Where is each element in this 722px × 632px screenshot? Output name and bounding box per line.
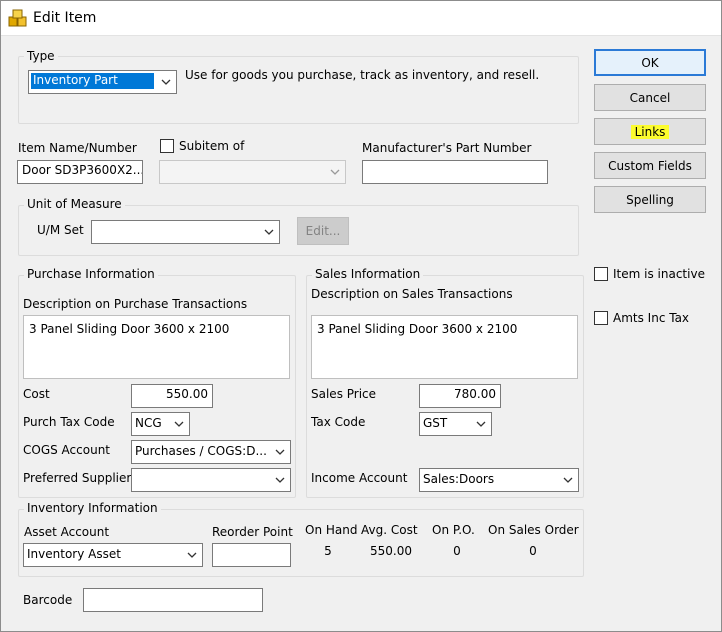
on-sales-order-label: On Sales Order — [488, 523, 579, 537]
income-account-value: Sales:Doors — [423, 472, 495, 486]
chevron-down-icon[interactable] — [270, 441, 290, 463]
item-inactive-label: Item is inactive — [613, 267, 705, 281]
subitem-label: Subitem of — [179, 139, 245, 153]
chevron-down-icon[interactable] — [558, 469, 578, 491]
sales-price-field[interactable]: 780.00 — [419, 384, 501, 408]
purch-tax-code-select[interactable]: NCG — [131, 412, 190, 436]
purchase-desc-label: Description on Purchase Transactions — [23, 297, 248, 311]
type-select[interactable]: Inventory Part — [28, 70, 177, 94]
income-account-label: Income Account — [311, 471, 408, 485]
preferred-supplier-label: Preferred Supplier — [23, 471, 132, 485]
chevron-down-icon[interactable] — [270, 469, 290, 491]
asset-account-label: Asset Account — [24, 525, 110, 539]
tax-code-label: Tax Code — [311, 415, 366, 429]
um-set-select[interactable] — [91, 220, 280, 244]
subitem-checkbox[interactable] — [160, 139, 174, 153]
purch-tax-code-label: Purch Tax Code — [23, 415, 115, 429]
links-button[interactable]: Links — [594, 118, 706, 145]
um-edit-button-label: Edit... — [305, 224, 341, 238]
purchase-description-field[interactable]: 3 Panel Sliding Door 3600 x 2100 — [23, 315, 290, 379]
custom-fields-button-label: Custom Fields — [608, 158, 692, 173]
sales-price-label: Sales Price — [311, 387, 377, 401]
purchase-info-title: Purchase Information — [24, 267, 158, 281]
chevron-down-icon[interactable] — [182, 544, 202, 566]
chevron-down-icon[interactable] — [169, 413, 189, 435]
avg-cost-value: 550.00 — [370, 544, 412, 558]
asset-account-select[interactable]: Inventory Asset — [23, 543, 203, 567]
type-group-title: Type — [24, 49, 58, 63]
on-sales-order-value: 0 — [529, 544, 537, 558]
tax-code-select[interactable]: GST — [419, 412, 492, 436]
item-name-field[interactable]: Door SD3P3600X2... — [17, 160, 143, 184]
chevron-down-icon[interactable] — [325, 161, 345, 183]
type-selected-value: Inventory Part — [31, 73, 154, 89]
subitem-select[interactable] — [159, 160, 346, 184]
chevron-down-icon[interactable] — [156, 71, 176, 93]
avg-cost-label: Avg. Cost — [361, 523, 418, 537]
spelling-button-label: Spelling — [626, 192, 674, 207]
item-name-label: Item Name/Number — [18, 141, 137, 155]
tax-code-value: GST — [423, 416, 448, 430]
mfr-part-field[interactable] — [362, 160, 548, 184]
chevron-down-icon[interactable] — [471, 413, 491, 435]
cogs-account-label: COGS Account — [23, 443, 111, 457]
amts-inc-tax-label: Amts Inc Tax — [613, 311, 690, 325]
amts-inc-tax-checkbox[interactable] — [594, 311, 608, 325]
cost-field[interactable]: 550.00 — [131, 384, 213, 408]
chevron-down-icon[interactable] — [259, 221, 279, 243]
custom-fields-button[interactable]: Custom Fields — [594, 152, 706, 179]
on-po-value: 0 — [453, 544, 461, 558]
barcode-label: Barcode — [23, 593, 73, 607]
inventory-info-title: Inventory Information — [24, 501, 161, 515]
links-button-label: Links — [630, 124, 670, 139]
sales-info-title: Sales Information — [312, 267, 424, 281]
on-hand-value: 5 — [324, 544, 332, 558]
edit-item-window: Edit Item Type Inventory Part Use for go… — [0, 0, 722, 632]
on-hand-label: On Hand — [305, 523, 358, 537]
app-icon — [8, 9, 27, 27]
spelling-button[interactable]: Spelling — [594, 186, 706, 213]
sales-description-field[interactable]: 3 Panel Sliding Door 3600 x 2100 — [311, 315, 578, 379]
cost-label: Cost — [23, 387, 50, 401]
cogs-account-select[interactable]: Purchases / COGS:D... — [131, 440, 291, 464]
ok-button[interactable]: OK — [594, 49, 706, 76]
income-account-select[interactable]: Sales:Doors — [419, 468, 579, 492]
sales-desc-label: Description on Sales Transactions — [311, 287, 513, 301]
type-description: Use for goods you purchase, track as inv… — [185, 68, 540, 82]
cogs-account-value: Purchases / COGS:D... — [135, 444, 267, 458]
cancel-button[interactable]: Cancel — [594, 84, 706, 111]
um-set-label: U/M Set — [37, 223, 84, 237]
reorder-point-label: Reorder Point — [212, 525, 293, 539]
mfr-part-label: Manufacturer's Part Number — [362, 141, 532, 155]
preferred-supplier-select[interactable] — [131, 468, 291, 492]
reorder-point-field[interactable] — [212, 543, 291, 567]
title-bar[interactable]: Edit Item — [1, 1, 721, 36]
window-title: Edit Item — [33, 10, 97, 26]
ok-button-label: OK — [641, 55, 659, 70]
cancel-button-label: Cancel — [629, 90, 671, 105]
item-inactive-checkbox[interactable] — [594, 267, 608, 281]
asset-account-value: Inventory Asset — [27, 547, 121, 561]
um-edit-button[interactable]: Edit... — [297, 217, 349, 245]
purch-tax-code-value: NCG — [135, 416, 162, 430]
unit-of-measure-title: Unit of Measure — [24, 197, 125, 211]
barcode-field[interactable] — [83, 588, 263, 612]
on-po-label: On P.O. — [432, 523, 475, 537]
